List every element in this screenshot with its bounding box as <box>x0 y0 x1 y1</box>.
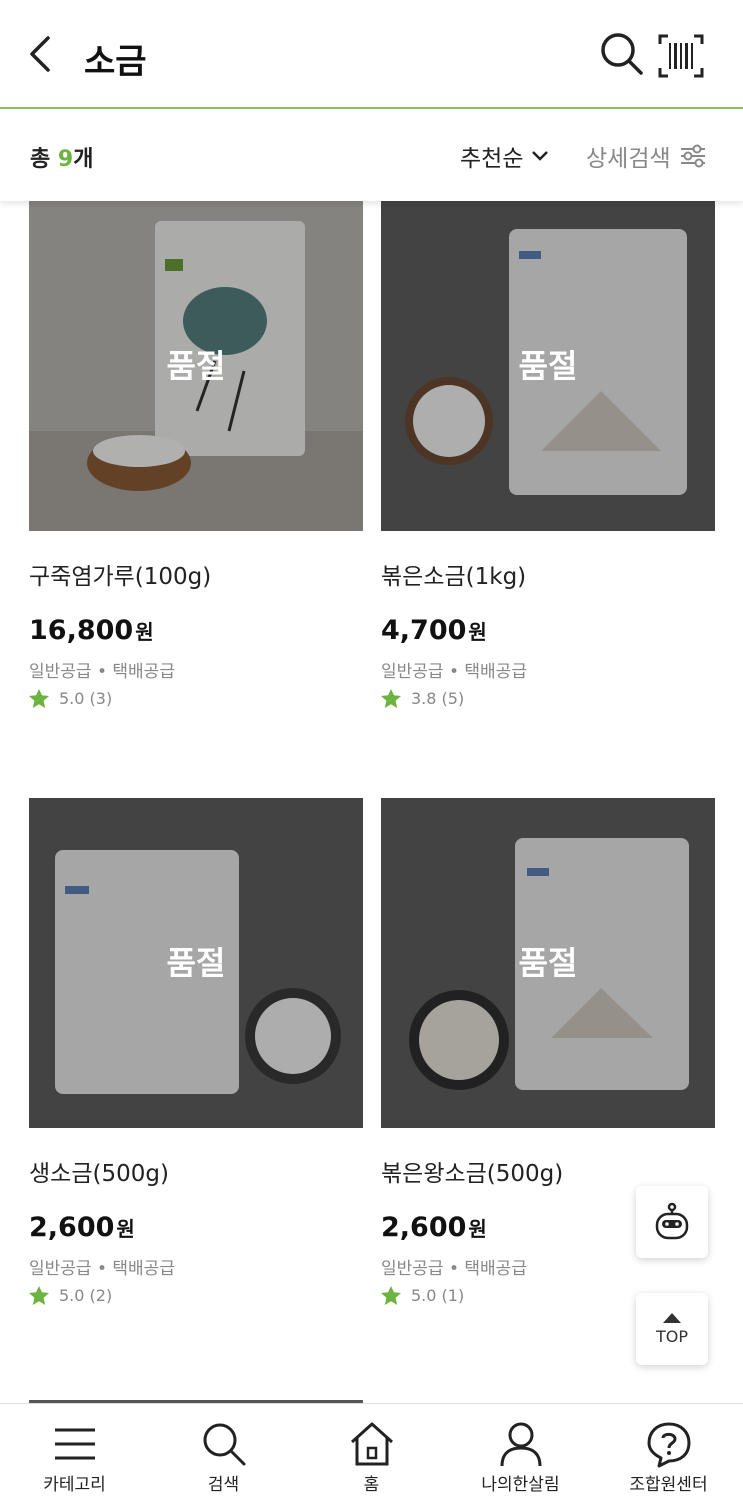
top-app-bar: 소금 <box>0 0 743 109</box>
nav-search[interactable]: 검색 <box>149 1404 298 1505</box>
chevron-down-icon <box>532 151 549 161</box>
detail-search-button[interactable]: 상세검색 <box>586 139 707 173</box>
supply-type: 일반공급 • 택배공급 <box>29 1259 175 1279</box>
sold-out-badge: 품절 <box>518 944 578 982</box>
supply-type: 일반공급 • 택배공급 <box>381 662 527 682</box>
product-image[interactable]: 품절 <box>381 201 715 531</box>
scroll-top-label: TOP <box>655 1326 688 1346</box>
home-icon <box>350 1422 393 1466</box>
product-name[interactable]: 볶은왕소금(500g) <box>381 1154 563 1188</box>
product-name[interactable]: 구죽염가루(100g) <box>29 557 211 591</box>
product-price: 4,700 원 <box>381 615 487 646</box>
sort-dropdown[interactable]: 추천순 <box>460 139 549 173</box>
star-icon <box>29 1286 49 1305</box>
star-icon <box>381 689 401 708</box>
product-rating: 5.0 (3) <box>29 689 112 708</box>
nav-member-center[interactable]: 조합원센터 <box>594 1404 743 1505</box>
product-price: 16,800 원 <box>29 615 154 646</box>
caret-up-icon <box>663 1312 681 1323</box>
product-name[interactable]: 생소금(500g) <box>29 1154 169 1188</box>
sold-out-badge: 품절 <box>166 347 226 385</box>
product-image[interactable]: 품절 <box>29 201 363 531</box>
product-price: 2,600 원 <box>29 1212 135 1243</box>
product-rating: 5.0 (2) <box>29 1286 112 1305</box>
star-icon <box>381 1286 401 1305</box>
person-icon <box>500 1422 541 1467</box>
search-icon <box>203 1423 245 1466</box>
barcode-scan-icon[interactable] <box>658 34 704 78</box>
bottom-navigation: 카테고리 검색 홈 나의한살림 조합원센터 <box>0 1403 743 1505</box>
chatbot-icon <box>655 1202 689 1240</box>
product-image[interactable]: 품절 <box>29 798 363 1128</box>
filter-bar: 총 9개 추천순 상세검색 <box>0 111 743 201</box>
back-arrow-icon[interactable] <box>22 32 62 76</box>
scroll-top-button[interactable]: TOP <box>636 1293 708 1365</box>
nav-category[interactable]: 카테고리 <box>0 1404 149 1505</box>
product-price: 2,600 원 <box>381 1212 487 1243</box>
nav-label: 조합원센터 <box>629 1475 708 1495</box>
sold-out-badge: 품절 <box>518 347 578 385</box>
product-image[interactable]: 품절 <box>381 798 715 1128</box>
nav-home[interactable]: 홈 <box>297 1404 446 1505</box>
help-icon <box>647 1422 690 1468</box>
search-icon[interactable] <box>598 30 644 76</box>
sort-label: 추천순 <box>460 146 524 172</box>
star-icon <box>29 689 49 708</box>
sold-out-badge: 품절 <box>166 944 226 982</box>
nav-label: 나의한살림 <box>481 1475 560 1495</box>
nav-label: 홈 <box>363 1475 380 1495</box>
nav-my-hansalim[interactable]: 나의한살림 <box>446 1404 595 1505</box>
filter-sliders-icon <box>680 144 705 168</box>
nav-label: 카테고리 <box>43 1475 106 1495</box>
result-count: 총 9개 <box>30 147 94 172</box>
detail-search-label: 상세검색 <box>586 146 671 172</box>
chatbot-button[interactable] <box>636 1186 708 1258</box>
menu-icon <box>54 1428 95 1460</box>
product-name[interactable]: 볶은소금(1kg) <box>381 557 526 591</box>
nav-label: 검색 <box>207 1475 240 1495</box>
supply-type: 일반공급 • 택배공급 <box>29 662 175 682</box>
page-title: 소금 <box>84 42 147 82</box>
supply-type: 일반공급 • 택배공급 <box>381 1259 527 1279</box>
product-rating: 3.8 (5) <box>381 689 464 708</box>
product-rating: 5.0 (1) <box>381 1286 464 1305</box>
